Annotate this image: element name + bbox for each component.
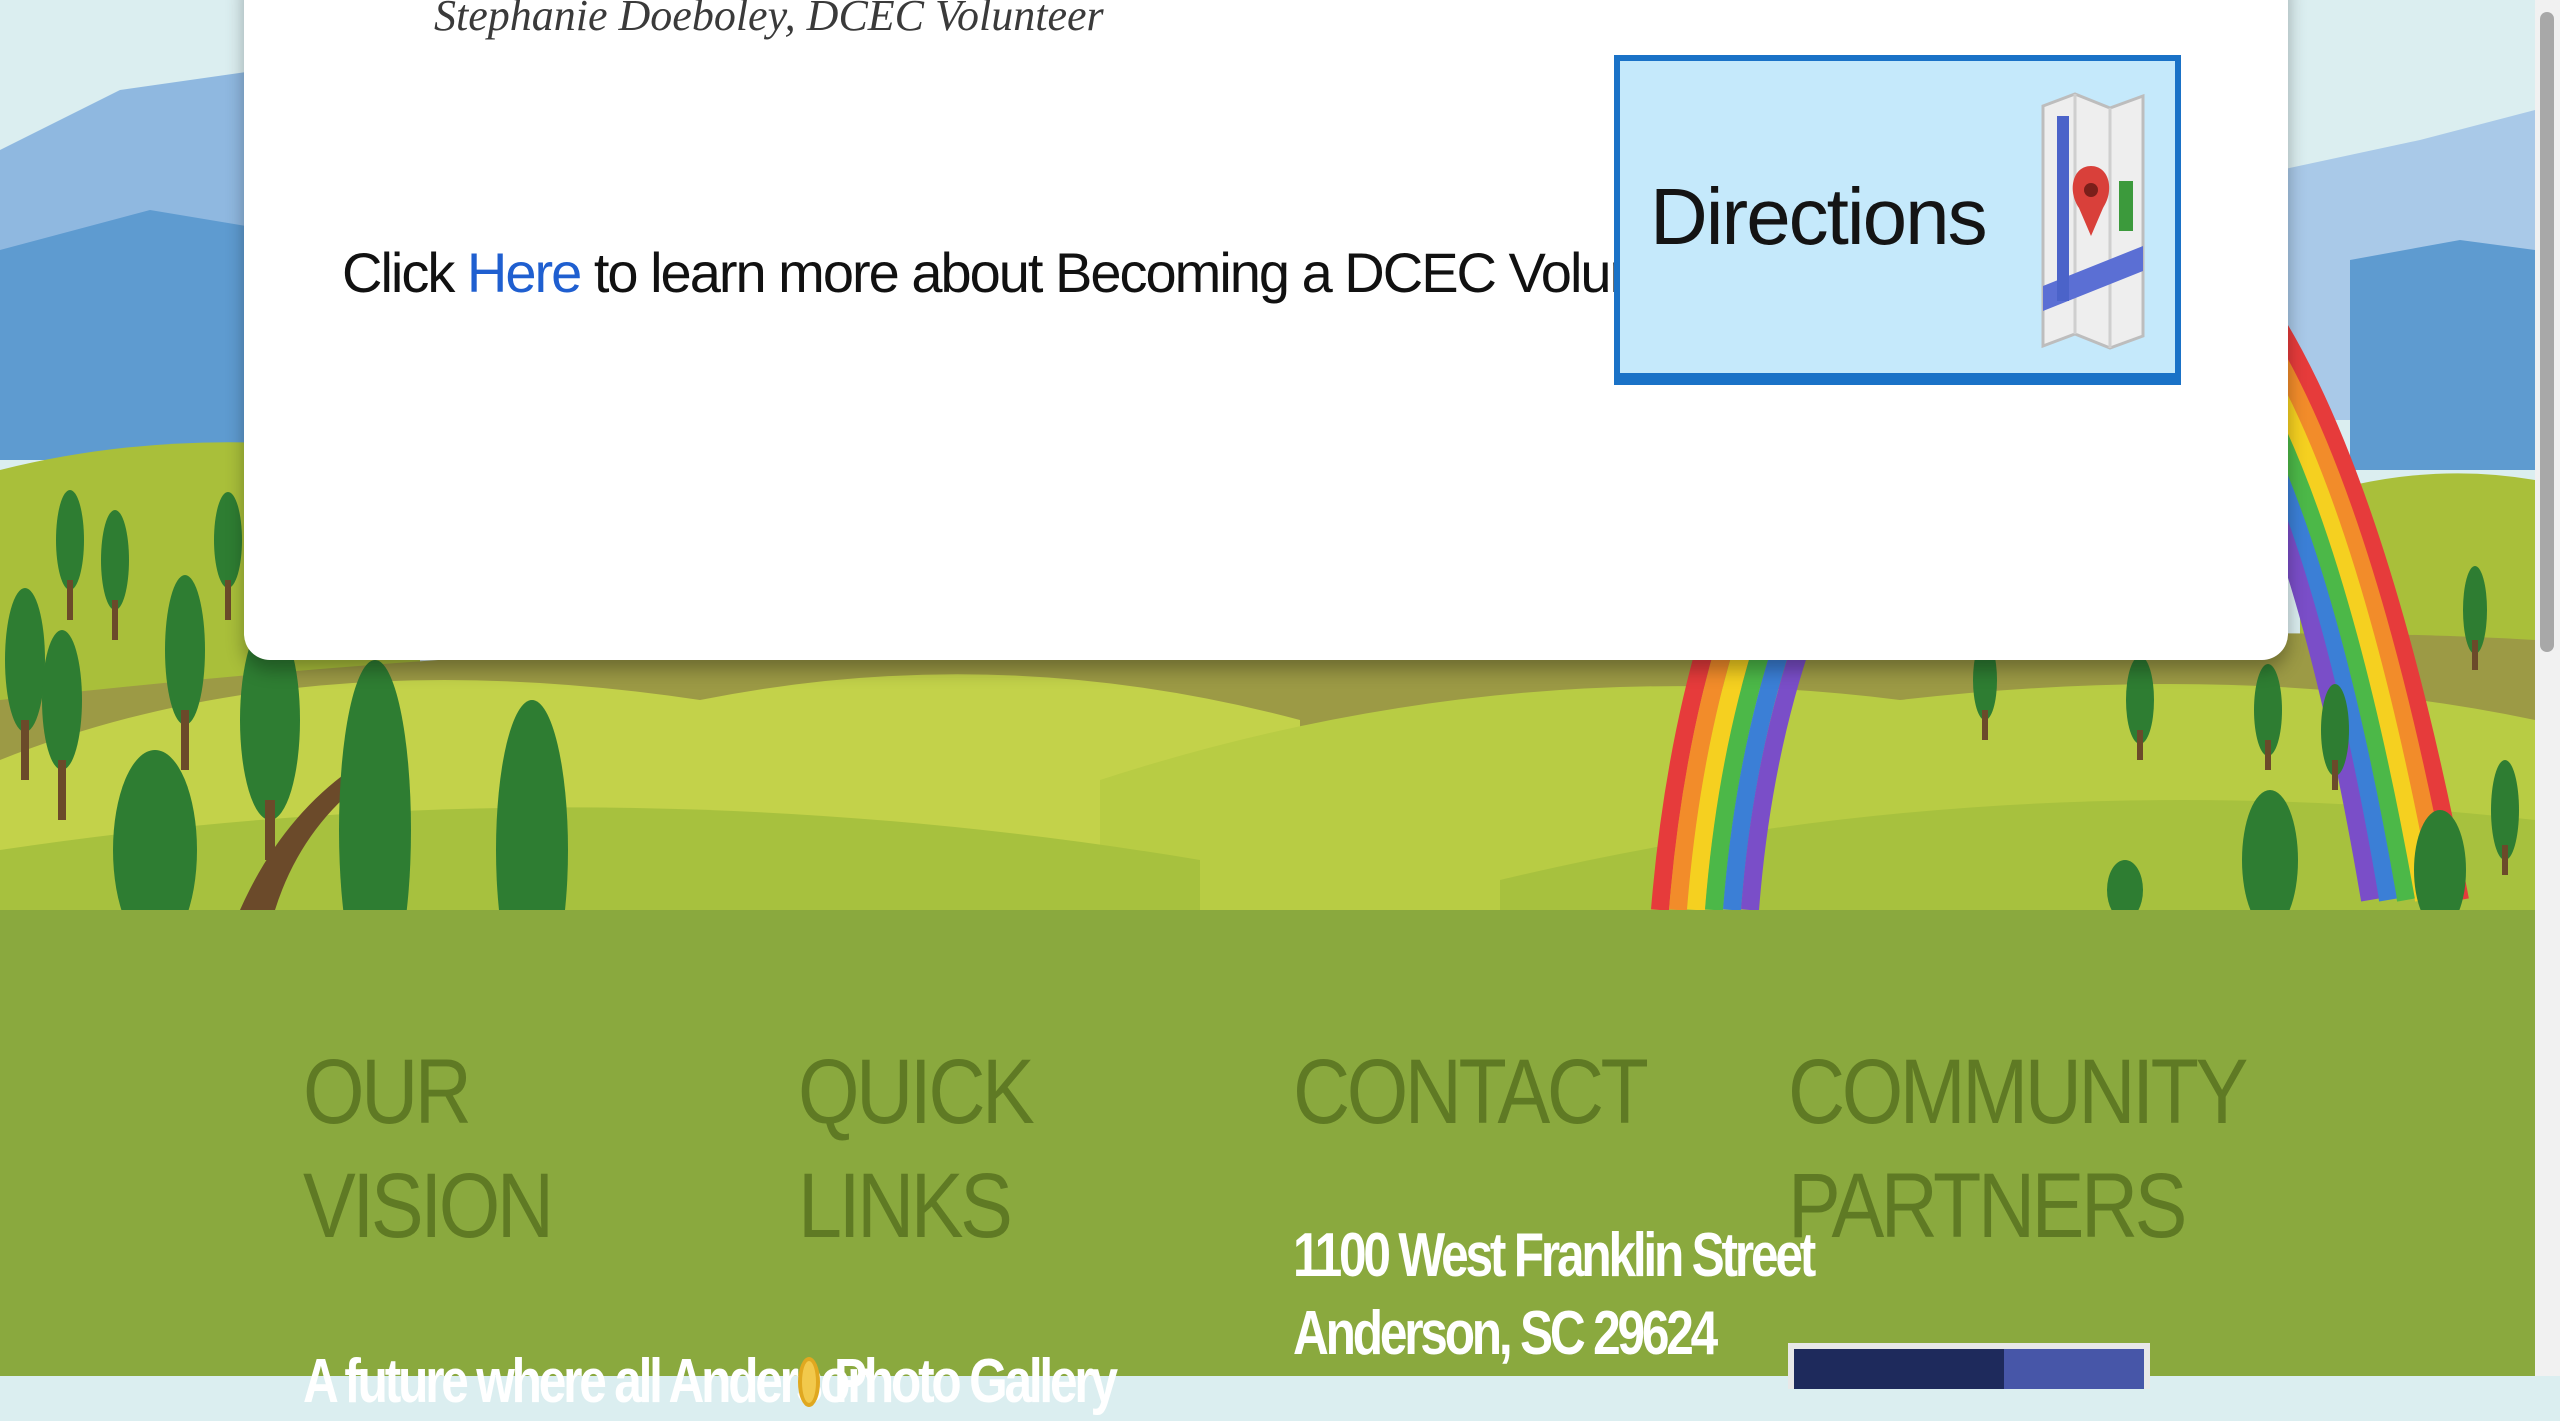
contact-address-line2: Anderson, SC 29624: [1293, 1299, 1718, 1368]
footer-quick-links-column: QUICK LINKS Photo Gallery: [798, 1035, 1238, 1421]
volunteer-here-link[interactable]: Here: [467, 241, 582, 304]
bullet-icon: [798, 1357, 820, 1407]
volunteer-cta-suffix: to learn more about Becoming a DCEC Volu…: [580, 241, 1743, 304]
volunteer-cta: Click Here to learn more about Becoming …: [342, 240, 1743, 305]
vision-heading: OUR VISION: [303, 1041, 554, 1257]
contact-heading: CONTACT: [1293, 1041, 1649, 1143]
map-pin-icon: [2041, 92, 2145, 350]
partners-heading-line2: PARTNERS: [1788, 1155, 2187, 1257]
vertical-scrollbar[interactable]: [2535, 0, 2560, 1376]
partner-logo[interactable]: [1788, 1343, 2150, 1389]
quick-links-heading: QUICK LINKS: [798, 1041, 1035, 1257]
directions-label: Directions: [1650, 172, 1988, 261]
footer-vision-column: OUR VISION A future where all Anderson: [303, 1035, 878, 1421]
content-card: Stephanie Doeboley, DCEC Volunteer Click…: [244, 0, 2288, 660]
contact-address-line1: 1100 West Franklin Street: [1293, 1221, 1816, 1290]
footer-partners-column: COMMUNITY PARTNERS: [1788, 1035, 2248, 1389]
testimonial-attribution: Stephanie Doeboley, DCEC Volunteer: [434, 0, 1104, 40]
directions-button[interactable]: Directions: [1614, 55, 2181, 385]
partners-heading-line1: COMMUNITY: [1788, 1041, 2248, 1143]
scrollbar-thumb[interactable]: [2540, 12, 2554, 652]
vision-text: A future where all Anderson: [303, 1347, 878, 1416]
quick-link-label: Photo Gallery: [834, 1347, 1118, 1416]
volunteer-cta-prefix: Click: [342, 241, 467, 304]
footer-contact-column: CONTACT 1100 West Franklin Street Anders…: [1293, 1035, 1816, 1373]
mountain: [2350, 240, 2535, 470]
quick-link-photo-gallery[interactable]: Photo Gallery: [798, 1343, 1238, 1421]
site-footer: OUR VISION A future where all Anderson Q…: [0, 910, 2535, 1416]
